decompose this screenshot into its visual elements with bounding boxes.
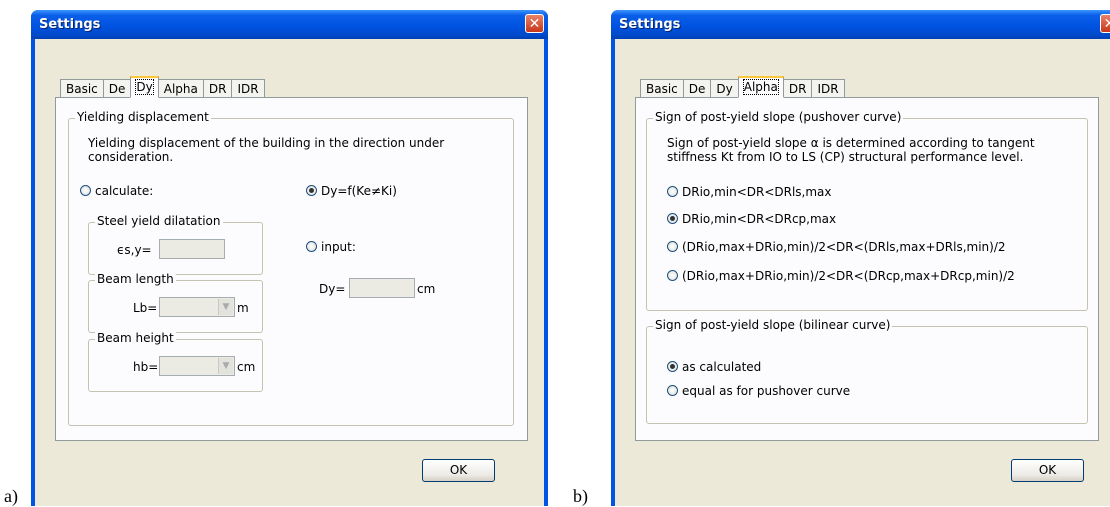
figure-label-a: a) (4, 486, 18, 506)
tab-dr[interactable]: DR (202, 79, 233, 98)
dialog-client-area: Basic De Dy Alpha DR IDR Yielding displa… (35, 39, 544, 506)
tab-label: Dy (716, 82, 733, 96)
tab-dy[interactable]: Dy (710, 79, 739, 98)
option-label-1: DRio,min<DR<DRls,max (682, 185, 832, 199)
tab-label: IDR (237, 82, 259, 96)
tab-panel: Yielding displacement Yielding displacem… (55, 97, 528, 441)
tab-alpha[interactable]: Alpha (157, 79, 204, 98)
description-line-1: Sign of post-yield slope α is determined… (667, 136, 1035, 150)
dy-input[interactable] (349, 278, 415, 298)
group-title: Steel yield dilatation (95, 214, 223, 228)
beam-height-unit: cm (237, 360, 256, 374)
calculate-radio-label: calculate: (95, 184, 154, 198)
tab-basic[interactable]: Basic (640, 79, 684, 98)
settings-dialog-a: Settings ✕ Basic De Dy Alpha DR IDR Yiel… (31, 10, 548, 506)
tab-de[interactable]: De (682, 79, 712, 98)
input-radio[interactable] (306, 241, 317, 252)
tab-label: Basic (646, 82, 678, 96)
option-label-4: (DRio,max+DRio,min)/2<DR<(DRcp,max+DRcp,… (682, 269, 1015, 283)
yielding-displacement-group: Yielding displacement Yielding displacem… (68, 110, 514, 426)
figure-label-b: b) (573, 486, 588, 506)
beam-length-label: Lb= (133, 301, 158, 315)
tab-dr[interactable]: DR (782, 79, 813, 98)
input-radio-label: input: (321, 240, 356, 254)
as-calculated-radio[interactable] (667, 361, 678, 372)
steel-yield-input[interactable] (159, 239, 225, 259)
pushover-curve-group: Sign of post-yield slope (pushover curve… (646, 110, 1088, 311)
beam-length-unit: m (237, 301, 249, 315)
calculate-radio[interactable] (80, 185, 91, 196)
tab-alpha[interactable]: Alpha (737, 76, 784, 98)
tab-label: De (688, 82, 706, 96)
group-title: Sign of post-yield slope (bilinear curve… (653, 318, 893, 332)
group-title: Beam length (95, 272, 176, 286)
description-line-1: Yielding displacement of the building in… (88, 136, 445, 150)
beam-height-combo[interactable]: ▼ (159, 356, 235, 376)
tab-basic[interactable]: Basic (60, 79, 104, 98)
equal-pushover-label: equal as for pushover curve (682, 384, 851, 398)
dy-unit: cm (417, 282, 436, 296)
dialog-client-area: Basic De Dy Alpha DR IDR Sign of post-yi… (615, 39, 1110, 506)
beam-length-combo[interactable]: ▼ (159, 297, 235, 317)
dy-function-radio[interactable] (306, 185, 317, 196)
option-radio-3[interactable] (667, 241, 678, 252)
dy-label: Dy= (319, 282, 346, 296)
close-icon[interactable]: ✕ (525, 14, 544, 33)
tab-panel: Sign of post-yield slope (pushover curve… (635, 97, 1099, 441)
title-bar: Settings ✕ (31, 10, 548, 39)
option-radio-2[interactable] (667, 213, 678, 224)
tab-strip: Basic De Dy Alpha DR IDR (640, 76, 845, 98)
bilinear-curve-group: Sign of post-yield slope (bilinear curve… (646, 318, 1088, 424)
tab-label: DR (208, 82, 227, 96)
tab-label: Basic (66, 82, 98, 96)
option-label-2: DRio,min<DR<DRcp,max (682, 212, 837, 226)
option-radio-1[interactable] (667, 186, 678, 197)
tab-label: Alpha (163, 82, 198, 96)
steel-yield-group: Steel yield dilatation ϵs,y= (88, 214, 263, 275)
tab-strip: Basic De Dy Alpha DR IDR (60, 76, 265, 98)
tab-idr[interactable]: IDR (811, 79, 845, 98)
dy-function-radio-label: Dy=f(Ke≠Ki) (321, 184, 397, 198)
group-title: Sign of post-yield slope (pushover curve… (653, 110, 904, 124)
chevron-down-icon[interactable]: ▼ (218, 358, 233, 374)
tab-label: De (108, 82, 126, 96)
window-title: Settings (619, 17, 681, 32)
group-title: Yielding displacement (75, 110, 211, 124)
option-label-3: (DRio,max+DRio,min)/2<DR<(DRls,max+DRls,… (682, 240, 1006, 254)
ok-button[interactable]: OK (422, 459, 495, 482)
option-radio-4[interactable] (667, 270, 678, 281)
description-line-2: consideration. (88, 150, 174, 164)
tab-de[interactable]: De (102, 79, 132, 98)
steel-yield-label: ϵs,y= (117, 243, 152, 257)
as-calculated-label: as calculated (682, 360, 762, 374)
beam-height-group: Beam height hb= ▼ cm (88, 331, 263, 392)
tab-idr[interactable]: IDR (231, 79, 265, 98)
description-line-2: stiffness Kt from IO to LS (CP) structur… (667, 150, 1024, 164)
beam-height-label: hb= (133, 360, 159, 374)
tab-label: IDR (817, 82, 839, 96)
close-icon[interactable]: ✕ (1100, 14, 1110, 33)
equal-pushover-radio[interactable] (667, 385, 678, 396)
group-title: Beam height (95, 331, 176, 345)
tab-label: DR (788, 82, 807, 96)
settings-dialog-b: Settings ✕ Basic De Dy Alpha DR IDR Sign… (611, 10, 1110, 506)
ok-button[interactable]: OK (1011, 459, 1084, 482)
window-title: Settings (39, 17, 101, 32)
tab-dy[interactable]: Dy (130, 76, 159, 98)
beam-length-group: Beam length Lb= ▼ m (88, 272, 263, 333)
title-bar: Settings ✕ (611, 10, 1110, 39)
chevron-down-icon[interactable]: ▼ (218, 299, 233, 315)
tab-label: Dy (135, 79, 154, 95)
tab-label: Alpha (742, 79, 779, 95)
